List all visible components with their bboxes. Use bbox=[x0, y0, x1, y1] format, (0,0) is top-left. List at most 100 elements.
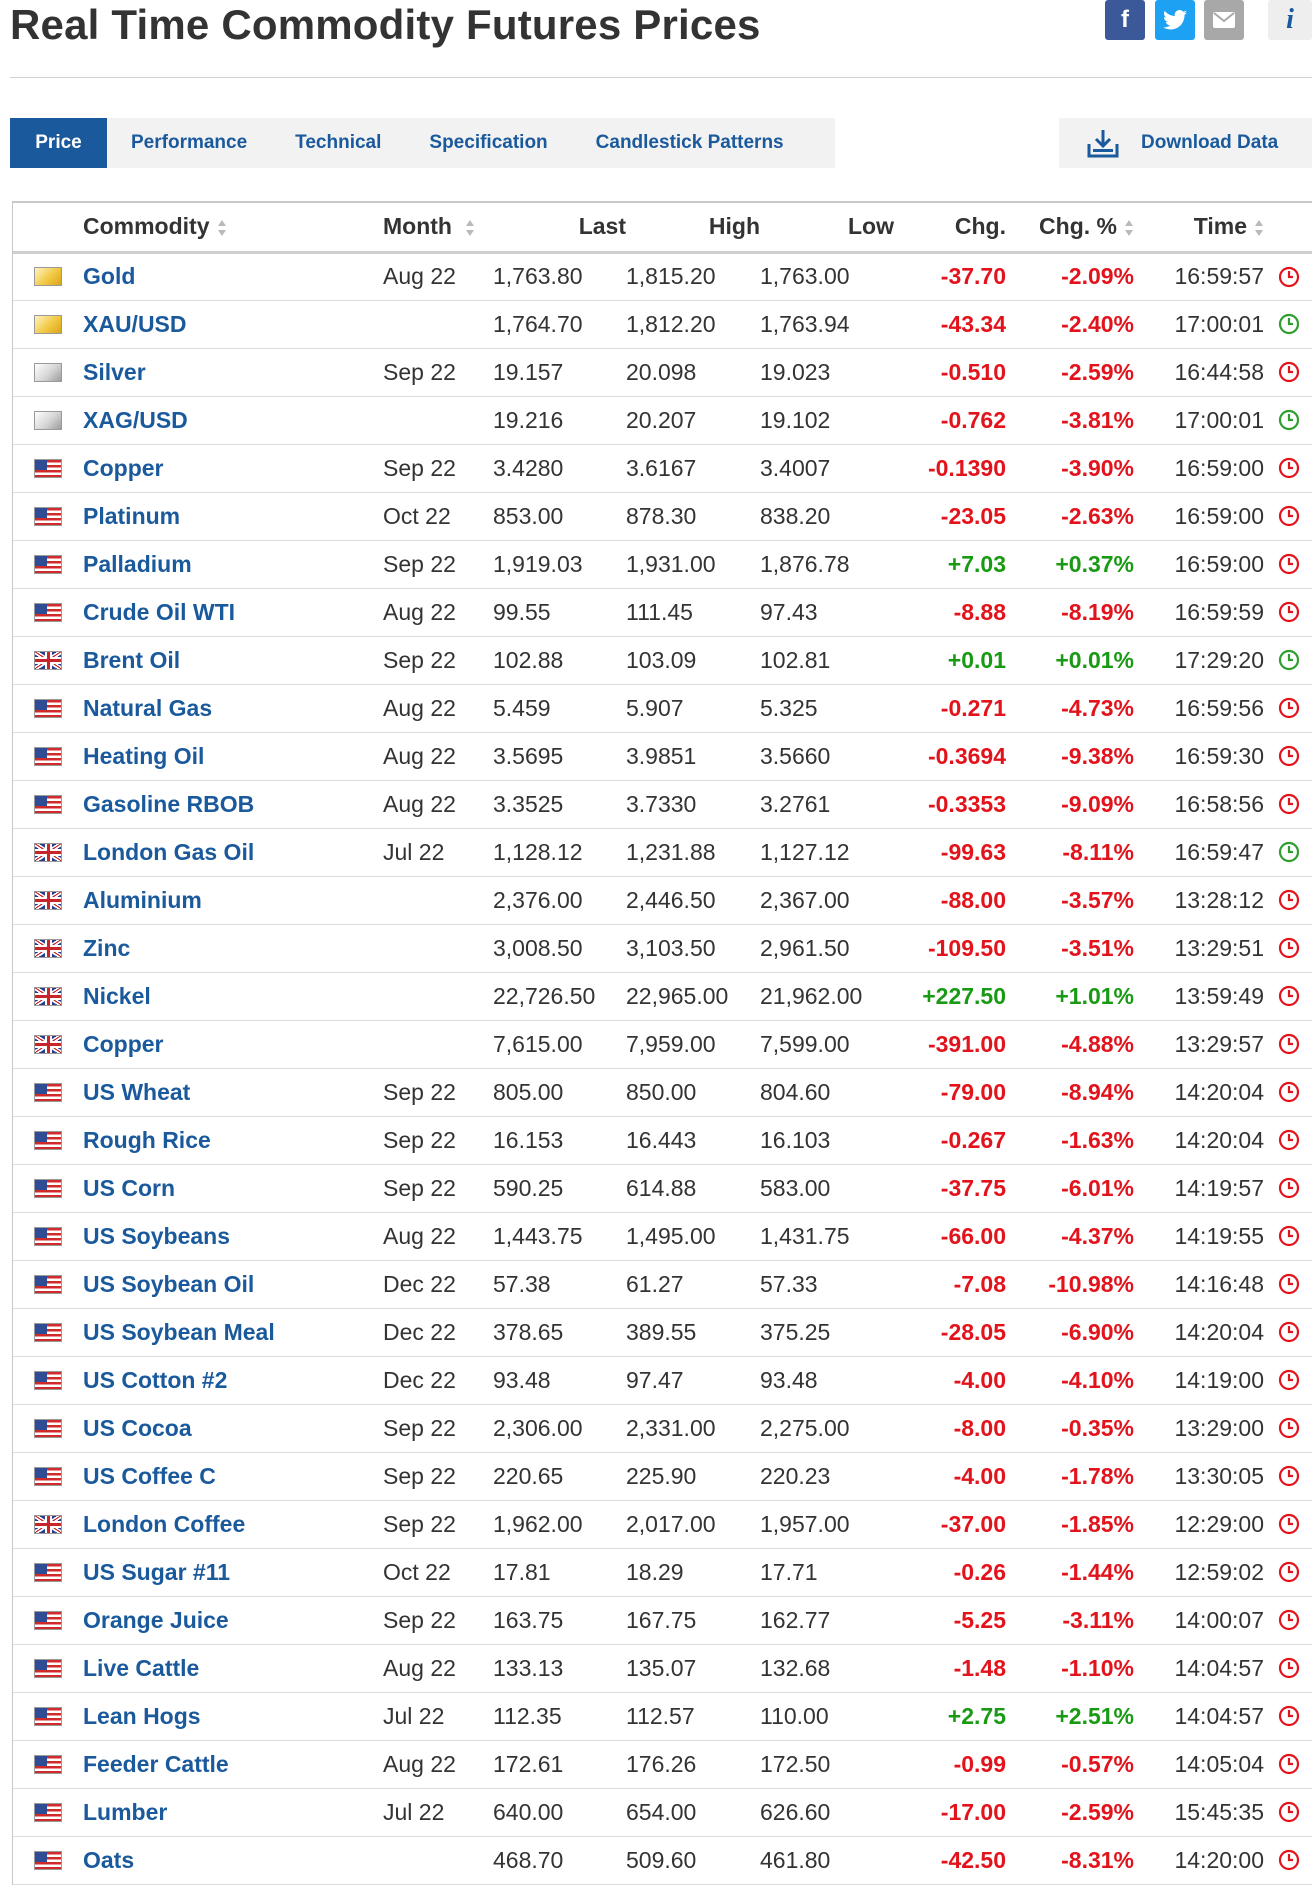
commodity-name-link[interactable]: Copper bbox=[83, 444, 383, 492]
flag-cell bbox=[13, 1500, 83, 1548]
commodity-name-link[interactable]: Palladium bbox=[83, 540, 383, 588]
table-row[interactable]: Rough Rice Sep 22 16.153 16.443 16.103 -0.267… bbox=[13, 1116, 1312, 1164]
commodity-name-link[interactable]: Oats bbox=[83, 1836, 383, 1884]
table-row[interactable]: Lumber Jul 22 640.00 654.00 626.60 -17.00 -2.5… bbox=[13, 1788, 1312, 1836]
table-row[interactable]: Aluminium 2,376.00 2,446.50 2,367.00 -88.00 -… bbox=[13, 876, 1312, 924]
commodity-name-link[interactable]: Lumber bbox=[83, 1788, 383, 1836]
table-row[interactable]: London Coffee Sep 22 1,962.00 2,017.00 1,957… bbox=[13, 1500, 1312, 1548]
high-price: 225.90 bbox=[626, 1462, 697, 1489]
commodity-name-link[interactable]: US Soybean Meal bbox=[83, 1308, 383, 1356]
header-time[interactable]: Time bbox=[1134, 203, 1264, 254]
header-chg-pct[interactable]: Chg. % bbox=[1006, 203, 1134, 254]
high-price: 1,931.00 bbox=[626, 550, 716, 577]
commodity-name-link[interactable]: Feeder Cattle bbox=[83, 1740, 383, 1788]
commodity-name-link[interactable]: London Coffee bbox=[83, 1500, 383, 1548]
commodity-name-link[interactable]: Gold bbox=[83, 252, 383, 300]
commodity-name-link[interactable]: XAG/USD bbox=[83, 396, 383, 444]
us-flag-icon bbox=[34, 746, 62, 766]
tab-specification[interactable]: Specification bbox=[405, 118, 571, 168]
table-row[interactable]: London Gas Oil Jul 22 1,128.12 1,231.88 1,12… bbox=[13, 828, 1312, 876]
contract-month bbox=[383, 876, 493, 924]
header-status bbox=[1264, 203, 1312, 254]
tab-price[interactable]: Price bbox=[10, 118, 107, 168]
commodity-name-link[interactable]: Orange Juice bbox=[83, 1596, 383, 1644]
table-row[interactable]: Platinum Oct 22 853.00 878.30 838.20 -23.05 -2… bbox=[13, 492, 1312, 540]
commodity-name-link[interactable]: US Cotton #2 bbox=[83, 1356, 383, 1404]
table-row[interactable]: Lean Hogs Jul 22 112.35 112.57 110.00 +2.75 +2… bbox=[13, 1692, 1312, 1740]
update-time: 17:00:01 bbox=[1174, 406, 1264, 433]
commodity-name-link[interactable]: Zinc bbox=[83, 924, 383, 972]
table-row[interactable]: Natural Gas Aug 22 5.459 5.907 5.325 -0.271 -4… bbox=[13, 684, 1312, 732]
table-row[interactable]: Zinc 3,008.50 3,103.50 2,961.50 -109.50 -3.51… bbox=[13, 924, 1312, 972]
commodity-name-link[interactable]: Natural Gas bbox=[83, 684, 383, 732]
table-row[interactable]: Gasoline RBOB Aug 22 3.3525 3.7330 3.2761 -0.… bbox=[13, 780, 1312, 828]
table-row[interactable]: Palladium Sep 22 1,919.03 1,931.00 1,876.78 +… bbox=[13, 540, 1312, 588]
commodity-name-link[interactable]: US Cocoa bbox=[83, 1404, 383, 1452]
facebook-share-button[interactable]: f bbox=[1105, 0, 1145, 40]
table-row[interactable]: Orange Juice Sep 22 163.75 167.75 162.77 -5.2… bbox=[13, 1596, 1312, 1644]
table-row[interactable]: Nickel 22,726.50 22,965.00 21,962.00 +227.50… bbox=[13, 972, 1312, 1020]
commodity-name-link[interactable]: Rough Rice bbox=[83, 1116, 383, 1164]
low-price: 5.325 bbox=[760, 694, 818, 721]
table-row[interactable]: Brent Oil Sep 22 102.88 103.09 102.81 +0.01 +0… bbox=[13, 636, 1312, 684]
header-commodity[interactable]: Commodity bbox=[83, 203, 383, 254]
commodity-name-link[interactable]: Brent Oil bbox=[83, 636, 383, 684]
table-row[interactable]: Heating Oil Aug 22 3.5695 3.9851 3.5660 -0.36… bbox=[13, 732, 1312, 780]
commodity-name-link[interactable]: Silver bbox=[83, 348, 383, 396]
commodity-name-link[interactable]: US Sugar #11 bbox=[83, 1548, 383, 1596]
header-month[interactable]: Month bbox=[383, 203, 493, 254]
table-row[interactable]: Oats 468.70 509.60 461.80 -42.50 -8.31% 14:20:… bbox=[13, 1836, 1312, 1884]
commodity-name-link[interactable]: Nickel bbox=[83, 972, 383, 1020]
commodity-name-link[interactable]: Live Cattle bbox=[83, 1644, 383, 1692]
download-data-button[interactable]: Download Data bbox=[1059, 118, 1312, 168]
commodity-name-link[interactable]: US Corn bbox=[83, 1164, 383, 1212]
table-row[interactable]: US Soybean Meal Dec 22 378.65 389.55 375.25 -… bbox=[13, 1308, 1312, 1356]
table-row[interactable]: US Wheat Sep 22 805.00 850.00 804.60 -79.00 -8… bbox=[13, 1068, 1312, 1116]
table-row[interactable]: Feeder Cattle Aug 22 172.61 176.26 172.50 -0.… bbox=[13, 1740, 1312, 1788]
clock-icon bbox=[1278, 1417, 1299, 1439]
table-row[interactable]: US Soybean Oil Dec 22 57.38 61.27 57.33 -7.08… bbox=[13, 1260, 1312, 1308]
table-row[interactable]: XAU/USD 1,764.70 1,812.20 1,763.94 -43.34 -2.… bbox=[13, 300, 1312, 348]
flag-cell bbox=[13, 1788, 83, 1836]
status-cell bbox=[1264, 1836, 1312, 1884]
table-row[interactable]: US Cotton #2 Dec 22 93.48 97.47 93.48 -4.00 -4… bbox=[13, 1356, 1312, 1404]
commodity-name-link[interactable]: US Soybean Oil bbox=[83, 1260, 383, 1308]
table-row[interactable]: Gold Aug 22 1,763.80 1,815.20 1,763.00 -37.70… bbox=[13, 252, 1312, 300]
tab-performance[interactable]: Performance bbox=[107, 118, 271, 168]
commodity-name-link[interactable]: Platinum bbox=[83, 492, 383, 540]
contract-month bbox=[383, 1020, 493, 1068]
table-row[interactable]: US Corn Sep 22 590.25 614.88 583.00 -37.75 -6.… bbox=[13, 1164, 1312, 1212]
us-flag-icon bbox=[34, 602, 62, 622]
table-row[interactable]: XAG/USD 19.216 20.207 19.102 -0.762 -3.81% 17:… bbox=[13, 396, 1312, 444]
commodity-name-link[interactable]: Heating Oil bbox=[83, 732, 383, 780]
table-row[interactable]: Silver Sep 22 19.157 20.098 19.023 -0.510 -2.5… bbox=[13, 348, 1312, 396]
table-row[interactable]: US Sugar #11 Oct 22 17.81 18.29 17.71 -0.26 -1… bbox=[13, 1548, 1312, 1596]
commodity-name-link[interactable]: Gasoline RBOB bbox=[83, 780, 383, 828]
table-row[interactable]: Live Cattle Aug 22 133.13 135.07 132.68 -1.48… bbox=[13, 1644, 1312, 1692]
commodity-name-link[interactable]: London Gas Oil bbox=[83, 828, 383, 876]
commodity-name-link[interactable]: Aluminium bbox=[83, 876, 383, 924]
commodity-name-link[interactable]: US Coffee C bbox=[83, 1452, 383, 1500]
tab-technical[interactable]: Technical bbox=[271, 118, 405, 168]
twitter-share-button[interactable] bbox=[1155, 0, 1195, 40]
tab-candlestick-patterns[interactable]: Candlestick Patterns bbox=[572, 118, 808, 168]
last-price: 2,306.00 bbox=[493, 1414, 583, 1441]
table-row[interactable]: US Soybeans Aug 22 1,443.75 1,495.00 1,431.7… bbox=[13, 1212, 1312, 1260]
table-row[interactable]: US Cocoa Sep 22 2,306.00 2,331.00 2,275.00 -8… bbox=[13, 1404, 1312, 1452]
commodity-name-link[interactable]: Crude Oil WTI bbox=[83, 588, 383, 636]
info-button[interactable]: i bbox=[1268, 0, 1312, 40]
email-share-button[interactable] bbox=[1204, 0, 1244, 40]
commodity-name-link[interactable]: US Soybeans bbox=[83, 1212, 383, 1260]
clock-icon bbox=[1278, 1657, 1299, 1679]
table-row[interactable]: US Coffee C Sep 22 220.65 225.90 220.23 -4.00… bbox=[13, 1452, 1312, 1500]
last-price: 1,962.00 bbox=[493, 1510, 583, 1537]
table-row[interactable]: Crude Oil WTI Aug 22 99.55 111.45 97.43 -8.88… bbox=[13, 588, 1312, 636]
commodity-name-link[interactable]: Copper bbox=[83, 1020, 383, 1068]
last-price: 5.459 bbox=[493, 694, 551, 721]
commodity-name-link[interactable]: Lean Hogs bbox=[83, 1692, 383, 1740]
table-row[interactable]: Copper 7,615.00 7,959.00 7,599.00 -391.00 -4.… bbox=[13, 1020, 1312, 1068]
commodity-name-link[interactable]: XAU/USD bbox=[83, 300, 383, 348]
commodity-name-link[interactable]: US Wheat bbox=[83, 1068, 383, 1116]
header-chg: Chg. bbox=[894, 203, 1006, 254]
table-row[interactable]: Copper Sep 22 3.4280 3.6167 3.4007 -0.1390 -3.… bbox=[13, 444, 1312, 492]
